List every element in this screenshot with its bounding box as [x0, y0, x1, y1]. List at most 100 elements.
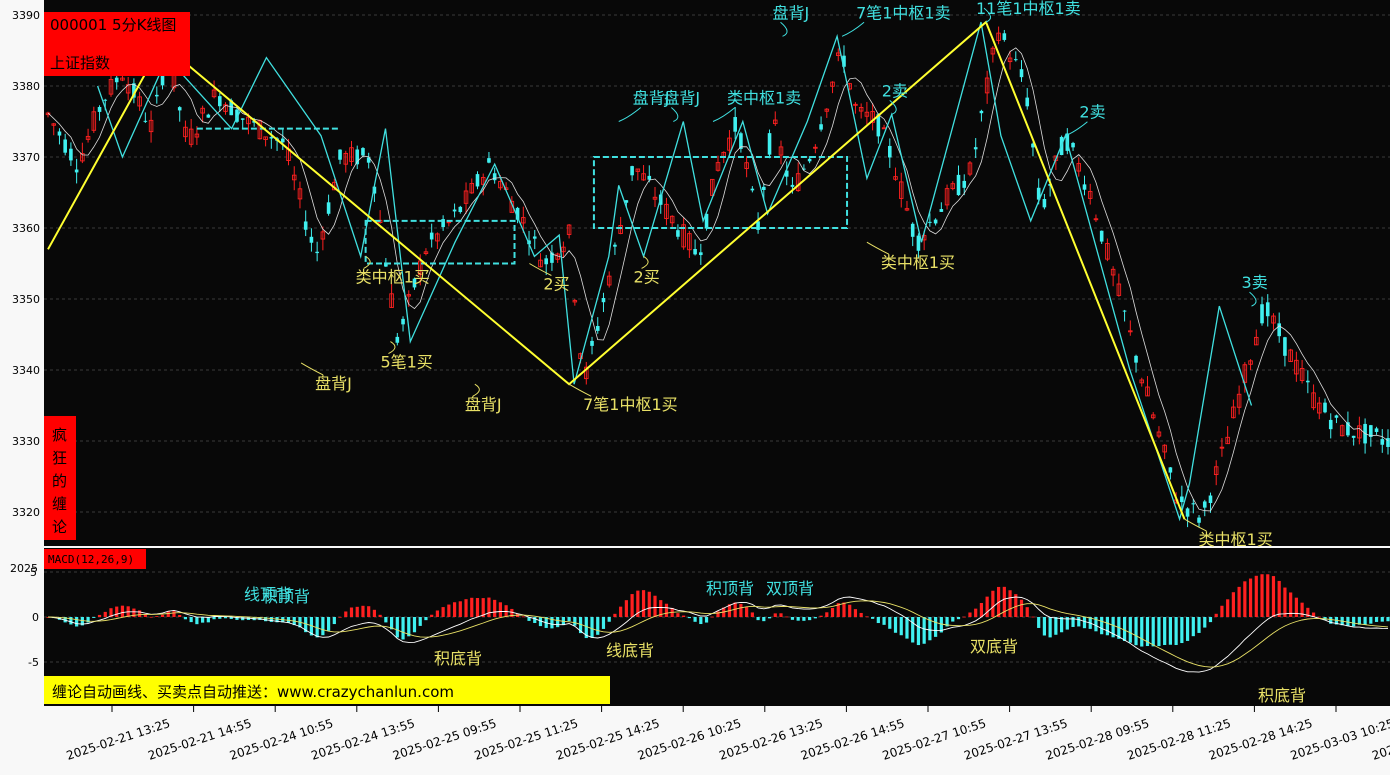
promo-text: 缠论自动画线、买卖点自动推送：www.crazychanlun.com — [52, 683, 454, 701]
macd-bar — [865, 616, 869, 618]
side-char-1: 疯 — [52, 426, 67, 444]
macd-bar — [687, 617, 691, 619]
macd-bar — [704, 617, 709, 623]
macd-bar — [762, 617, 766, 622]
macd-bar — [893, 617, 898, 633]
macd-bar — [1260, 574, 1264, 617]
candle-body — [733, 117, 737, 132]
candle-body — [1013, 59, 1018, 61]
candle-body — [1122, 310, 1127, 312]
macd-bar — [767, 617, 772, 619]
y-tick-label: 3380 — [12, 80, 40, 93]
y-tick-label: 3320 — [12, 506, 40, 519]
y-tick-label: 3370 — [12, 151, 40, 164]
macd-bar — [911, 617, 915, 643]
macd-bar — [1248, 578, 1253, 617]
annotation-label: 类中枢1卖 — [727, 89, 801, 108]
macd-annotation-label: 积底背 — [434, 649, 482, 668]
candle-body — [1025, 97, 1030, 107]
candle-body — [979, 110, 984, 114]
annotation-label: 2买 — [543, 275, 569, 294]
candle-body — [1265, 302, 1270, 317]
macd-bar — [332, 617, 336, 625]
annotation-label: 盘背J — [773, 3, 810, 22]
macd-bar — [1294, 597, 1298, 617]
macd-bar — [1283, 587, 1287, 617]
macd-bar — [830, 607, 835, 617]
macd-tick-neg5: -5 — [28, 656, 39, 669]
candle-body — [819, 124, 823, 130]
annotation-label: 2卖 — [1079, 103, 1105, 122]
candle-body — [155, 94, 159, 97]
macd-bar — [1037, 617, 1041, 628]
macd-bar — [1025, 607, 1029, 617]
macd-bar — [641, 590, 646, 617]
macd-bar — [676, 613, 680, 617]
chart-subtitle: 上证指数 — [50, 54, 110, 72]
macd-bar — [550, 617, 554, 629]
candle-body — [57, 131, 62, 136]
candle-body — [601, 298, 606, 303]
macd-bar — [853, 609, 858, 617]
candle-body — [475, 174, 480, 187]
macd-bar — [92, 617, 96, 618]
side-char-4: 缠 — [52, 495, 67, 513]
macd-bar — [1042, 617, 1047, 636]
candle-body — [309, 236, 314, 243]
y-tick-label: 3390 — [12, 9, 40, 22]
candle-body — [458, 206, 463, 213]
candle-body — [1323, 402, 1327, 413]
candle-body — [762, 186, 766, 190]
candle-body — [1082, 184, 1087, 190]
macd-bar — [1185, 617, 1190, 641]
candlestick-chart: 33903380337033603350334033303320 类中枢1买盘背… — [0, 0, 1390, 775]
macd-bar — [1151, 617, 1155, 647]
annotation-label: 类中枢1买 — [1199, 530, 1273, 549]
candle-body — [767, 133, 772, 155]
macd-bar — [1059, 617, 1064, 633]
candle-body — [1099, 230, 1104, 242]
candle-body — [361, 148, 365, 156]
macd-bar — [985, 596, 989, 617]
candle-body — [97, 106, 102, 112]
candle-body — [114, 77, 119, 83]
annotation-label: 盘背J — [315, 374, 352, 393]
macd-bar — [613, 613, 617, 617]
macd-bar — [745, 607, 749, 617]
candle-body — [595, 326, 600, 331]
macd-bar — [521, 616, 525, 618]
macd-bar — [956, 617, 961, 620]
candle-body — [303, 221, 308, 230]
macd-bar — [1082, 617, 1087, 629]
macd-bar — [991, 590, 995, 617]
macd-bar — [1300, 602, 1304, 617]
candle-body — [1191, 503, 1196, 505]
candle-body — [1197, 517, 1201, 523]
candle-body — [63, 139, 67, 153]
macd-bar — [624, 600, 628, 617]
macd-label-box: MACD(12,26,9) — [44, 549, 146, 569]
macd-bar — [808, 617, 812, 621]
macd-bar — [395, 617, 399, 638]
macd-bar — [590, 617, 594, 638]
macd-bar — [796, 617, 800, 621]
candle-body — [452, 209, 457, 212]
macd-bar — [120, 605, 125, 617]
macd-bar — [1231, 592, 1235, 617]
promo-banner: 缠论自动画线、买卖点自动推送：www.crazychanlun.com — [44, 676, 610, 704]
candle-body — [1380, 439, 1385, 445]
candle-body — [1019, 69, 1024, 78]
candle-body — [1071, 142, 1075, 148]
macd-bar — [1105, 617, 1110, 636]
macd-bar — [573, 617, 577, 626]
side-label-box: 疯 狂 的 缠 论 — [44, 416, 76, 540]
candle-body — [240, 118, 245, 120]
candle-body — [973, 147, 978, 150]
macd-bar — [1019, 599, 1024, 617]
candle-body — [1134, 355, 1138, 363]
macd-bar — [790, 617, 795, 620]
macd-bar — [401, 617, 405, 640]
candle-body — [1374, 428, 1379, 432]
macd-bar — [361, 605, 365, 617]
macd-bar — [1174, 617, 1178, 646]
